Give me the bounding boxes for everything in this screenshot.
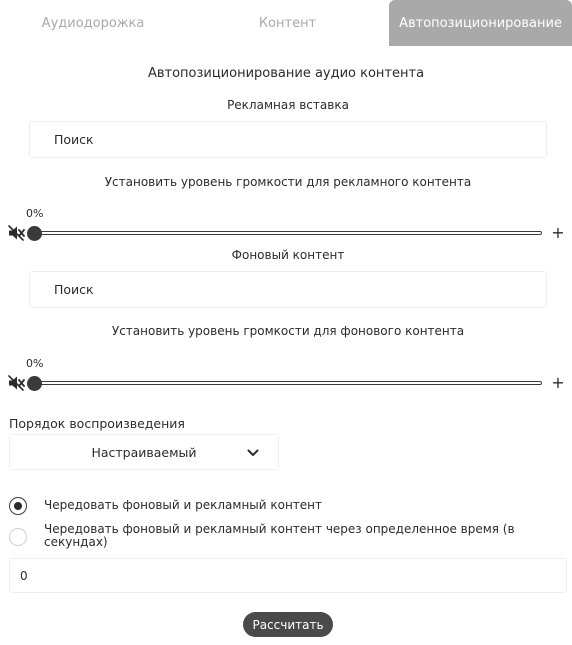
chevron-down-icon[interactable]: [246, 446, 260, 460]
radio-alternate-content-label[interactable]: Чередовать фоновый и рекламный контент: [44, 499, 322, 512]
playback-order-value: Настраиваемый: [91, 444, 197, 460]
tab-bar: Аудиодорожка Контент Автопозиционировани…: [0, 0, 572, 46]
tab-audiotrack[interactable]: Аудиодорожка: [0, 0, 186, 46]
playback-order-select[interactable]: Настраиваемый: [9, 434, 279, 470]
mute-icon[interactable]: [8, 225, 26, 241]
radio-alternate-timed[interactable]: [9, 528, 27, 546]
plus-icon[interactable]: +: [551, 375, 565, 391]
ad-volume-label: Установить уровень громкости для рекламн…: [104, 175, 472, 189]
mute-icon[interactable]: [8, 375, 26, 391]
background-volume-label: Установить уровень громкости для фоновог…: [111, 324, 465, 338]
playback-order-label: Порядок воспроизведения: [9, 416, 185, 431]
plus-icon[interactable]: +: [551, 225, 565, 241]
ad-volume-slider[interactable]: [31, 231, 542, 235]
tab-content[interactable]: Контент: [186, 0, 389, 46]
tab-autopositioning[interactable]: Автопозиционирование: [389, 0, 572, 46]
background-content-title: Фоновый контент: [231, 248, 345, 262]
ad-search-input[interactable]: Поиск: [29, 121, 547, 158]
background-search-input[interactable]: Поиск: [29, 271, 547, 308]
page-title: Автопозиционирование аудио контента: [147, 66, 425, 81]
ad-volume-percent: 0%: [26, 207, 44, 220]
ad-insert-title: Рекламная вставка: [227, 98, 349, 112]
interval-seconds-input[interactable]: 0: [9, 558, 567, 593]
background-volume-slider[interactable]: [31, 381, 542, 385]
background-volume-slider-handle[interactable]: [27, 376, 42, 391]
ad-volume-slider-handle[interactable]: [27, 226, 42, 241]
radio-alternate-timed-label[interactable]: Чередовать фоновый и рекламный контент ч…: [44, 523, 544, 549]
background-volume-percent: 0%: [26, 357, 44, 370]
calculate-button[interactable]: Рассчитать: [243, 612, 333, 637]
radio-alternate-content[interactable]: [9, 497, 27, 515]
